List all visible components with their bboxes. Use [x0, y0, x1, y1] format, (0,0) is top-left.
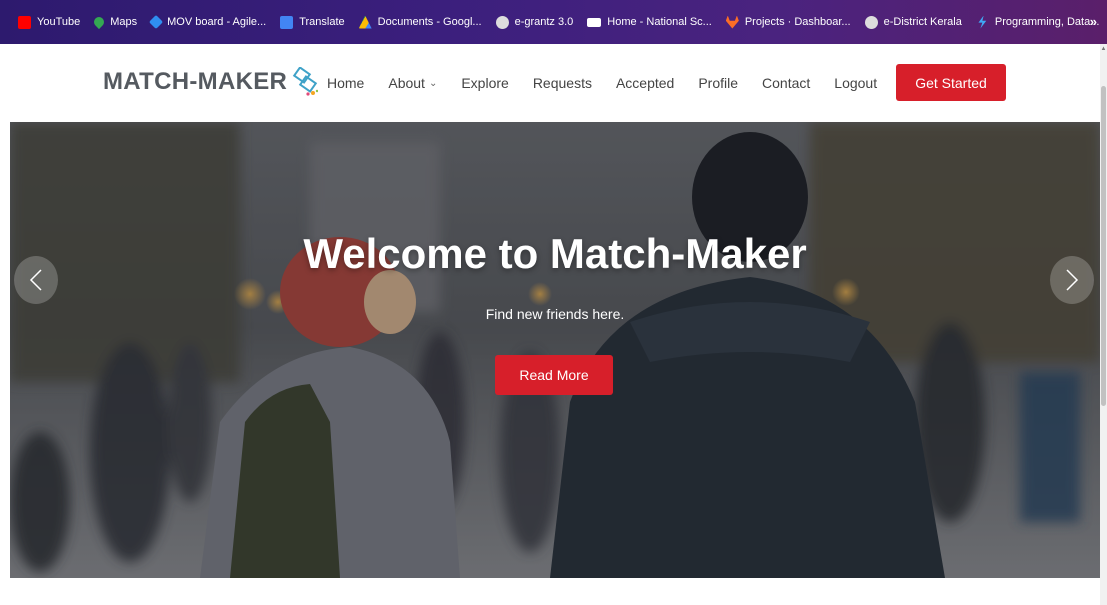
nav-label: Explore [461, 75, 509, 91]
bookmark-maps[interactable]: Maps [92, 14, 138, 30]
bookmark-e-district[interactable]: e-District Kerala [864, 15, 962, 29]
bookmark-label: Projects · Dashboar... [744, 16, 851, 28]
hero-carousel: Welcome to Match-Maker Find new friends … [10, 122, 1100, 578]
read-more-button[interactable]: Read More [495, 355, 613, 395]
bookmark-youtube[interactable]: YouTube [18, 15, 81, 29]
bookmark-label: Maps [110, 16, 138, 28]
bookmark-programming[interactable]: Programming, Data... [976, 15, 1100, 29]
bookmarks-bar: YouTube Maps MOV board - Agile... Transl… [0, 0, 1107, 44]
bookmark-label: e-District Kerala [883, 16, 962, 28]
diamond-icon [149, 14, 164, 30]
chevron-right-icon [1066, 269, 1079, 291]
get-started-button[interactable]: Get Started [896, 64, 1006, 101]
nav-label: Accepted [615, 75, 675, 91]
nav-label: Profile [698, 75, 739, 91]
hero-overlay [10, 122, 1100, 578]
bookmark-label: e-grantz 3.0 [514, 16, 574, 28]
drive-icon [358, 15, 372, 29]
site-logo[interactable]: MATCH-MAKER [103, 67, 319, 97]
nav-label: Requests [532, 75, 592, 91]
bookmark-label: Documents - Googl... [377, 16, 482, 28]
logo-text: MATCH-MAKER [103, 68, 288, 95]
gitlab-icon [725, 15, 739, 29]
bookmark-label: Home - National Sc... [607, 16, 712, 28]
nav-requests[interactable]: Requests [533, 75, 592, 91]
bookmark-label: Translate [299, 16, 345, 28]
hero-title: Welcome to Match-Maker [303, 230, 807, 277]
nav-profile[interactable]: Profile [698, 75, 738, 91]
nav-label: Logout [834, 75, 878, 91]
nsc-icon [587, 17, 602, 27]
nav-logout[interactable]: Logout [834, 75, 877, 91]
site-navbar: MATCH-MAKER Home About ⌄ Explore Requests… [0, 44, 1100, 122]
bookmark-label: MOV board - Agile... [167, 16, 267, 28]
bookmark-label: Programming, Data... [994, 16, 1100, 28]
chevron-left-icon [29, 269, 42, 291]
maps-icon [92, 14, 107, 30]
nav-explore[interactable]: Explore [461, 75, 508, 91]
bookmark-translate[interactable]: Translate [280, 15, 345, 29]
bookmarks-overflow-button[interactable]: » [1090, 14, 1097, 29]
bookmark-e-grantz[interactable]: e-grantz 3.0 [495, 15, 574, 29]
logo-icon [292, 67, 319, 96]
youtube-icon [18, 15, 31, 29]
carousel-next-button[interactable] [1050, 256, 1094, 304]
carousel-prev-button[interactable] [14, 256, 58, 304]
nav-label: About [388, 75, 425, 91]
bookmark-national-sc[interactable]: Home - National Sc... [587, 16, 712, 28]
scrollbar-thumb[interactable] [1101, 86, 1106, 406]
nav-contact[interactable]: Contact [762, 75, 810, 91]
bookmark-projects[interactable]: Projects · Dashboar... [725, 15, 851, 29]
bookmark-label: YouTube [37, 16, 81, 28]
main-nav: Home About ⌄ Explore Requests Accepted Pr… [327, 44, 901, 122]
nav-about[interactable]: About ⌄ [388, 75, 437, 91]
scroll-up-icon[interactable]: ▲ [1100, 46, 1107, 52]
page-scrollbar[interactable] [1100, 44, 1107, 605]
translate-icon [280, 15, 294, 29]
bookmark-documents[interactable]: Documents - Googl... [358, 15, 482, 29]
bolt-icon [978, 15, 987, 29]
globe-icon [495, 15, 509, 29]
nav-label: Contact [762, 75, 811, 91]
nav-accepted[interactable]: Accepted [616, 75, 674, 91]
nav-home[interactable]: Home [327, 75, 364, 91]
globe-icon [864, 15, 878, 29]
nav-label: Home [327, 75, 365, 91]
hero-subtitle: Find new friends here. [485, 306, 625, 322]
chevron-down-icon: ⌄ [428, 77, 438, 89]
bookmark-mov-board[interactable]: MOV board - Agile... [149, 14, 267, 30]
